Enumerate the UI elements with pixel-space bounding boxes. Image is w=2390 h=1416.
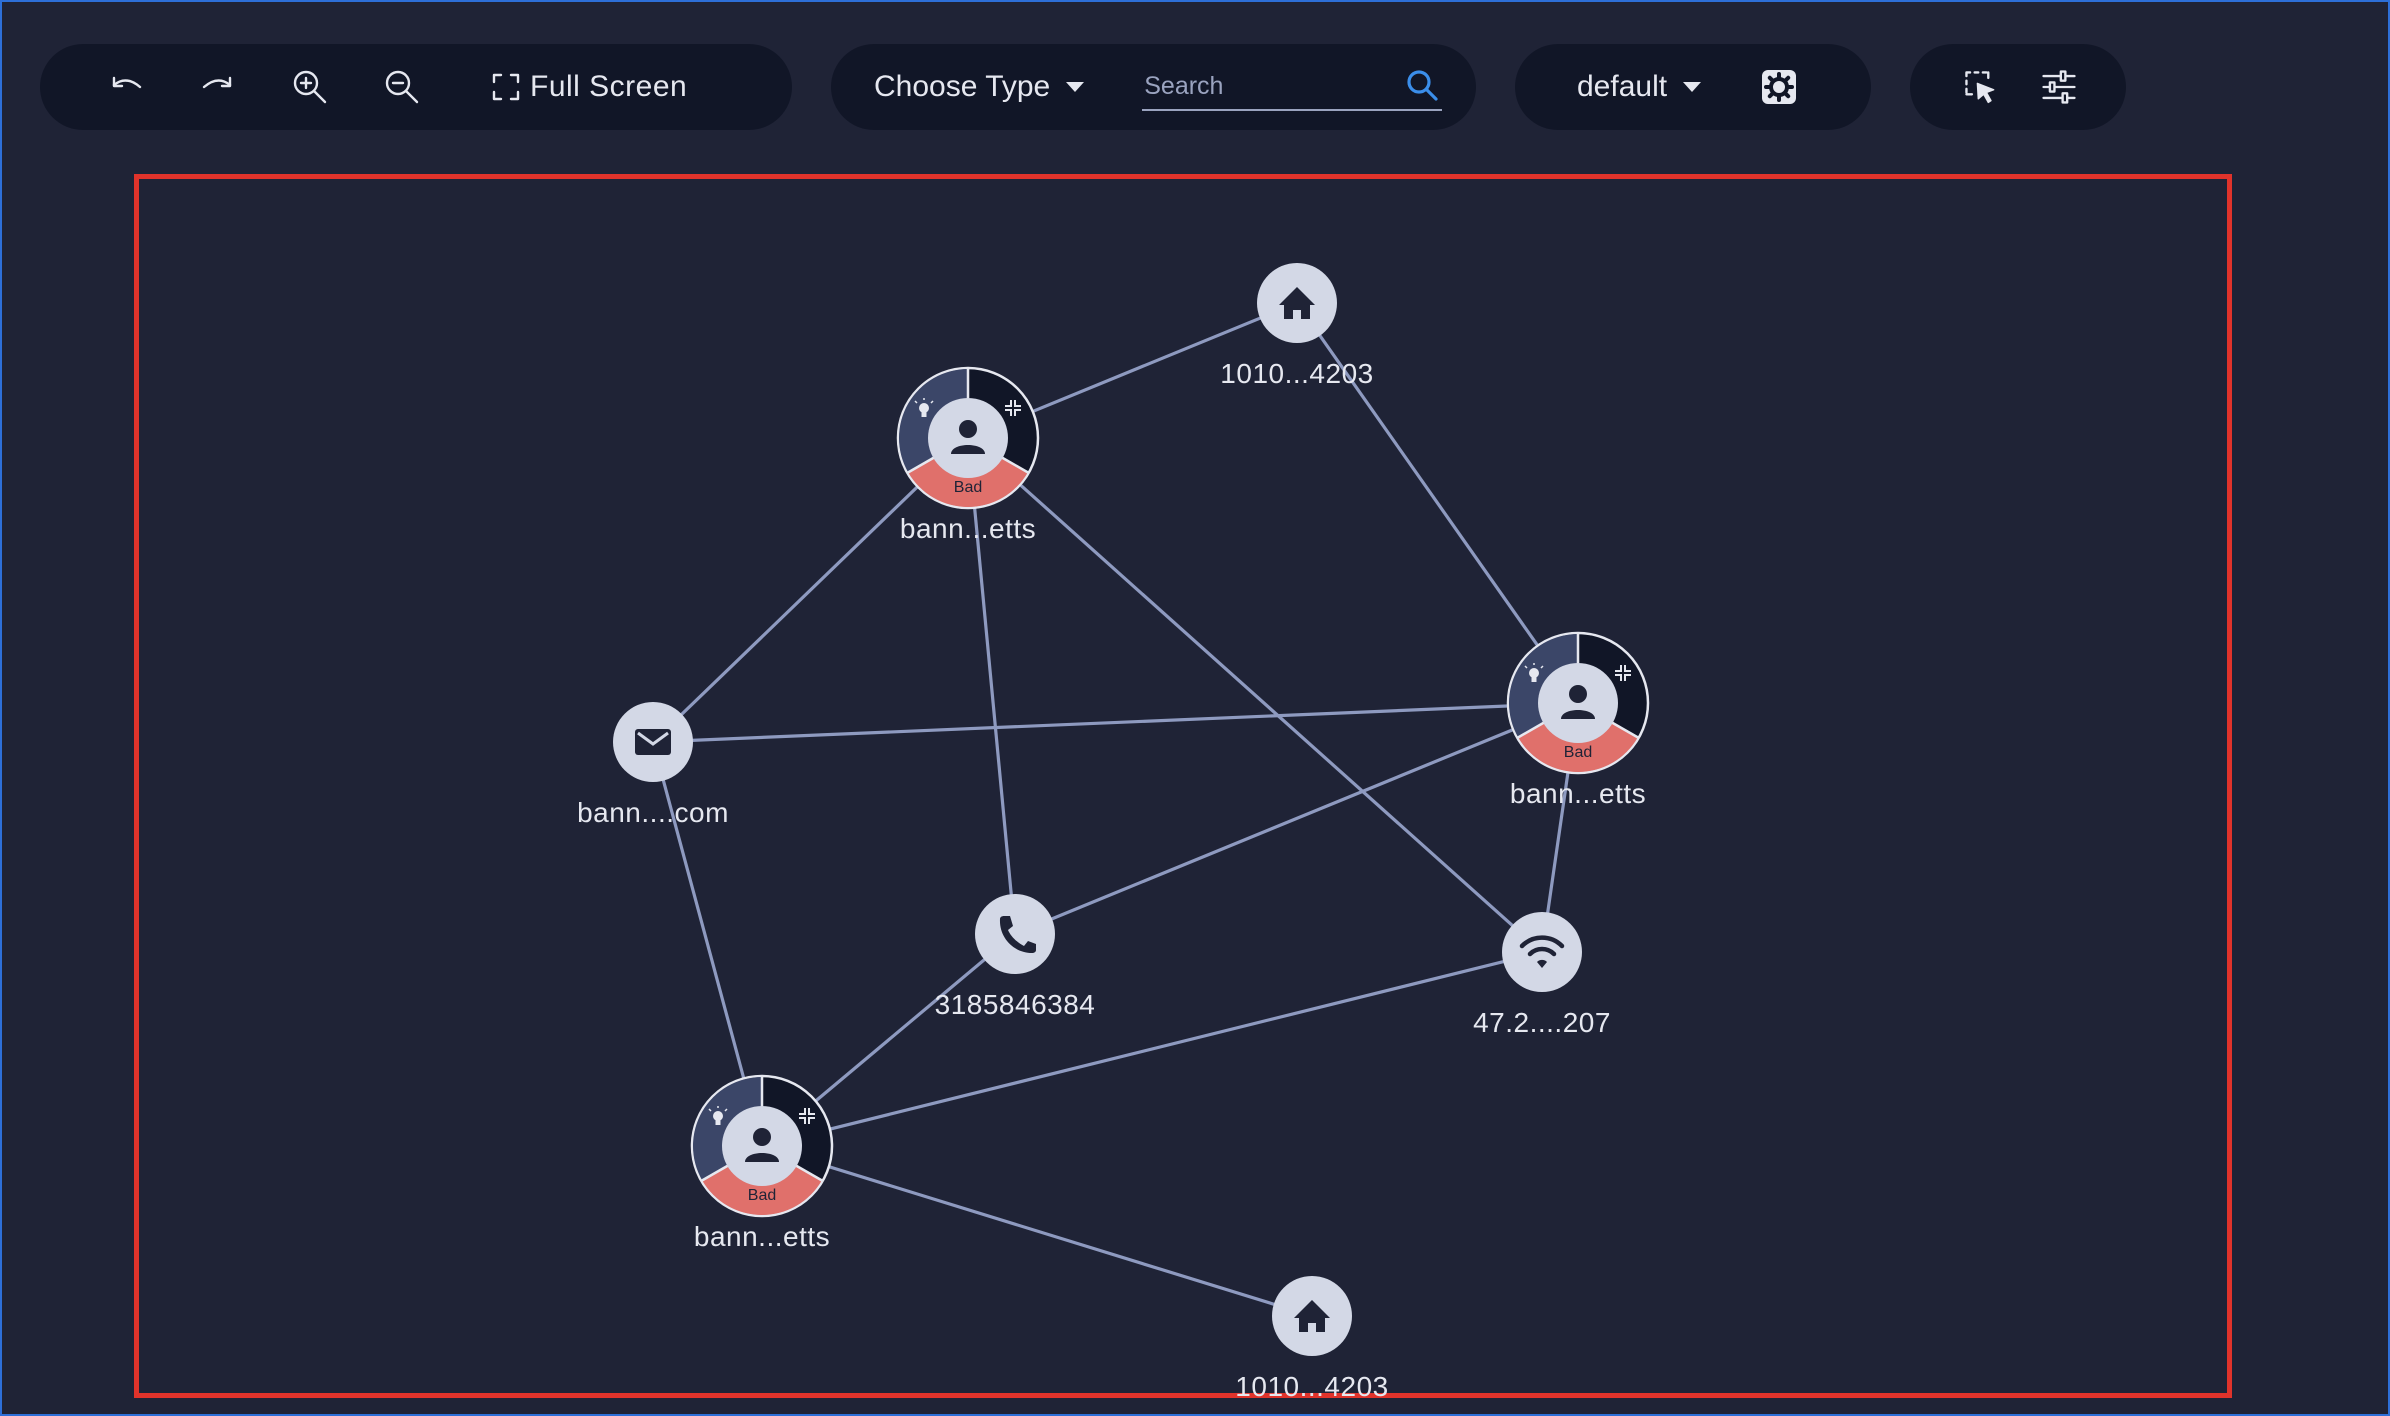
badge-label: Bad [954, 479, 982, 496]
node-label: bann...etts [694, 1221, 830, 1252]
graph-edge[interactable] [1014, 701, 1579, 936]
nodes-layer: Bad bann...etts Bad bann...etts Bad bann...et… [577, 263, 1650, 1402]
graph-node-person[interactable]: Bad bann...etts [690, 1074, 834, 1252]
node-label: 3185846384 [935, 989, 1096, 1020]
node-label: 1010...4203 [1235, 1371, 1388, 1402]
badge-label: Bad [1564, 744, 1592, 761]
node-label: 47.2....207 [1473, 1007, 1611, 1038]
badge-label: Bad [748, 1187, 776, 1204]
node-label: bann...etts [1510, 778, 1646, 809]
node-label: bann...etts [900, 513, 1036, 544]
graph-node-email[interactable]: bann....com [577, 702, 729, 828]
graph-edge[interactable] [761, 1144, 1313, 1318]
email-icon [635, 729, 671, 755]
node-label: bann....com [577, 797, 729, 828]
graph-node-address[interactable]: 1010...4203 [1235, 1276, 1388, 1402]
graph-edge[interactable] [652, 701, 1579, 744]
graph-canvas[interactable]: Bad bann...etts Bad bann...etts Bad bann...et… [0, 0, 2390, 1416]
node-label: 1010...4203 [1220, 358, 1373, 389]
graph-node-ip[interactable]: 47.2....207 [1473, 912, 1611, 1038]
graph-edge[interactable] [966, 436, 1544, 954]
graph-node-person[interactable]: Bad bann...etts [896, 366, 1040, 544]
graph-node-phone[interactable]: 3185846384 [935, 894, 1096, 1020]
graph-node-person[interactable]: Bad bann...etts [1506, 631, 1650, 809]
